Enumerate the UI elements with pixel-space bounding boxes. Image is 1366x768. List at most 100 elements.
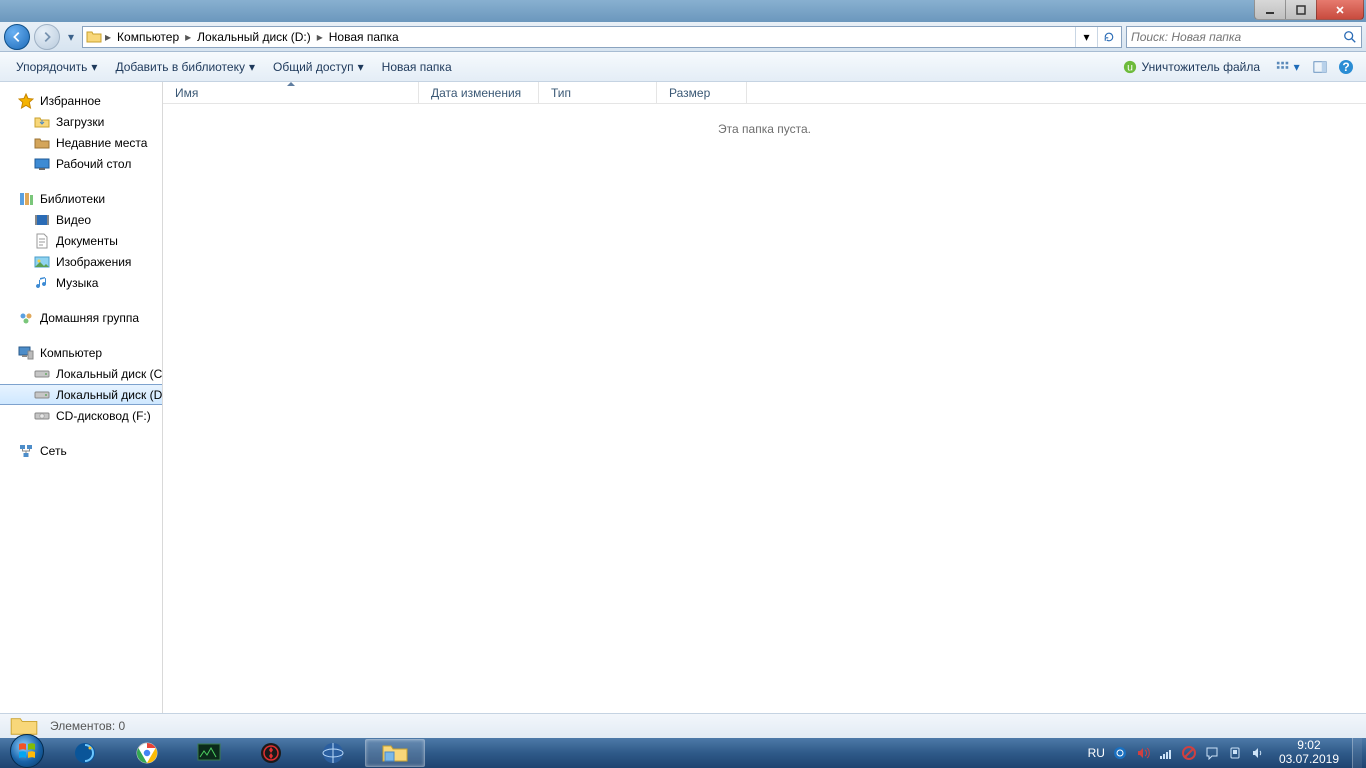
recent-icon (34, 135, 50, 151)
taskbar-chrome[interactable] (117, 739, 177, 767)
add-to-library-button[interactable]: Добавить в библиотеку ▾ (107, 55, 263, 79)
language-indicator[interactable]: RU (1088, 746, 1105, 760)
sidebar-item-downloads[interactable]: Загрузки (0, 111, 162, 132)
maximize-button[interactable] (1285, 0, 1317, 20)
minimize-button[interactable] (1254, 0, 1286, 20)
sidebar-item-drive-c[interactable]: Локальный диск (C:) (0, 363, 162, 384)
show-desktop-button[interactable] (1352, 738, 1362, 768)
sidebar-item-label: Рабочий стол (56, 157, 131, 171)
taskbar-app-3[interactable] (179, 739, 239, 767)
item-count: Элементов: 0 (50, 719, 125, 733)
sidebar-item-favorites[interactable]: Избранное (0, 90, 162, 111)
drive-icon (34, 387, 50, 403)
chevron-right-icon[interactable]: ▸ (183, 30, 193, 44)
search-input[interactable] (1127, 27, 1339, 47)
sidebar-item-network[interactable]: Сеть (0, 440, 162, 461)
sidebar-item-recent[interactable]: Недавние места (0, 132, 162, 153)
share-button[interactable]: Общий доступ ▾ (265, 55, 372, 79)
clock-date: 03.07.2019 (1279, 753, 1339, 767)
sidebar-item-label: Сеть (40, 444, 67, 458)
clock[interactable]: 9:02 03.07.2019 (1273, 739, 1345, 767)
navigation-pane[interactable]: Избранное Загрузки Недавние места Рабочи… (0, 82, 163, 713)
chevron-right-icon[interactable]: ▸ (103, 30, 113, 44)
sidebar-item-documents[interactable]: Документы (0, 230, 162, 251)
title-bar[interactable] (0, 0, 1366, 22)
content-area[interactable]: Имя Дата изменения Тип Размер Эта папка … (163, 82, 1366, 713)
taskbar-app-1[interactable] (55, 739, 115, 767)
sidebar-item-label: Изображения (56, 255, 131, 269)
sidebar-item-music[interactable]: Музыка (0, 272, 162, 293)
pictures-icon (34, 254, 50, 270)
start-button[interactable] (0, 738, 54, 768)
file-shredder-label: Уничтожитель файла (1142, 60, 1260, 74)
organize-label: Упорядочить (16, 60, 87, 74)
sidebar-item-drive-d[interactable]: Локальный диск (D:) (0, 384, 162, 405)
column-name[interactable]: Имя (163, 82, 419, 104)
action-center-icon[interactable] (1204, 745, 1220, 761)
speaker-icon[interactable] (1250, 745, 1266, 761)
downloads-icon (34, 114, 50, 130)
details-pane: Элементов: 0 (0, 713, 1366, 738)
search-icon[interactable] (1339, 30, 1361, 44)
svg-text:u: u (1127, 61, 1133, 73)
sidebar-item-computer[interactable]: Компьютер (0, 342, 162, 363)
command-bar: Упорядочить ▾ Добавить в библиотеку ▾ Об… (0, 52, 1366, 82)
column-size[interactable]: Размер (657, 82, 747, 104)
column-date[interactable]: Дата изменения (419, 82, 539, 104)
organize-button[interactable]: Упорядочить ▾ (8, 55, 105, 79)
windows-logo-icon (10, 734, 44, 768)
sidebar-item-label: Загрузки (56, 115, 104, 129)
help-button[interactable]: ? (1334, 55, 1358, 79)
address-bar[interactable]: ▸ Компьютер ▸ Локальный диск (D:) ▸ Нова… (82, 26, 1122, 48)
sidebar-item-label: CD-дисковод (F:) (56, 409, 151, 423)
taskbar-app-4[interactable] (241, 739, 301, 767)
forward-button[interactable] (34, 24, 60, 50)
preview-pane-button[interactable] (1308, 55, 1332, 79)
sidebar-item-label: Документы (56, 234, 118, 248)
tray-device-icon[interactable] (1227, 745, 1243, 761)
breadcrumb-computer[interactable]: Компьютер (113, 27, 183, 47)
sidebar-item-pictures[interactable]: Изображения (0, 251, 162, 272)
sidebar-item-drive-cd[interactable]: CD-дисковод (F:) (0, 405, 162, 426)
address-dropdown-button[interactable]: ▾ (1075, 27, 1097, 47)
column-headers: Имя Дата изменения Тип Размер (163, 82, 1366, 104)
refresh-button[interactable] (1097, 27, 1119, 47)
homegroup-icon (18, 310, 34, 326)
breadcrumb-folder[interactable]: Новая папка (325, 27, 403, 47)
clock-time: 9:02 (1279, 739, 1339, 753)
sidebar-item-desktop[interactable]: Рабочий стол (0, 153, 162, 174)
new-folder-label: Новая папка (382, 60, 452, 74)
sidebar-item-libraries[interactable]: Библиотеки (0, 188, 162, 209)
chevron-down-icon: ▾ (358, 60, 364, 74)
new-folder-button[interactable]: Новая папка (374, 55, 460, 79)
share-label: Общий доступ (273, 60, 354, 74)
cd-drive-icon (34, 408, 50, 424)
empty-folder-message: Эта папка пуста. (163, 104, 1366, 136)
volume-icon[interactable] (1135, 745, 1151, 761)
network-tray-icon[interactable] (1158, 745, 1174, 761)
view-mode-button[interactable]: ▾ (1270, 55, 1306, 79)
breadcrumb-drive[interactable]: Локальный диск (D:) (193, 27, 315, 47)
back-button[interactable] (4, 24, 30, 50)
taskbar-explorer[interactable] (365, 739, 425, 767)
taskbar-app-5[interactable] (303, 739, 363, 767)
chevron-right-icon[interactable]: ▸ (315, 30, 325, 44)
close-button[interactable] (1316, 0, 1364, 20)
sidebar-item-label: Локальный диск (C:) (56, 367, 163, 381)
tray-alert-icon[interactable] (1181, 745, 1197, 761)
sidebar-item-label: Видео (56, 213, 91, 227)
sidebar-item-homegroup[interactable]: Домашняя группа (0, 307, 162, 328)
libraries-icon (18, 191, 34, 207)
tray-app-icon[interactable] (1112, 745, 1128, 761)
sidebar-item-label: Библиотеки (40, 192, 105, 206)
search-box[interactable] (1126, 26, 1362, 48)
chevron-down-icon: ▾ (249, 60, 255, 74)
history-dropdown[interactable]: ▾ (64, 30, 78, 44)
sidebar-item-label: Избранное (40, 94, 101, 108)
column-type[interactable]: Тип (539, 82, 657, 104)
sidebar-item-label: Компьютер (40, 346, 102, 360)
taskbar[interactable]: RU 9:02 03.07.2019 (0, 738, 1366, 768)
network-icon (18, 443, 34, 459)
sidebar-item-videos[interactable]: Видео (0, 209, 162, 230)
file-shredder-button[interactable]: u Уничтожитель файла (1114, 55, 1268, 79)
